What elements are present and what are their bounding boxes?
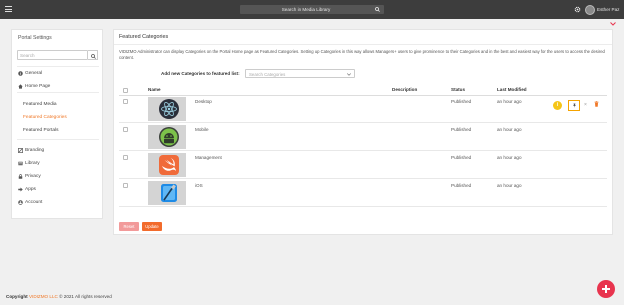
sidebar-item-label: Privacy [25,174,41,179]
column-header-status[interactable]: Status [451,87,465,92]
trash-icon[interactable] [594,101,599,107]
top-bar: Search in Media Library Esther Paz [0,0,624,19]
update-button[interactable]: Update [142,222,162,231]
sidebar-item-label: Account [25,200,43,205]
column-header-name[interactable]: Name [148,87,161,92]
page-description: VIDIZMO Administrator can display Catego… [119,49,605,60]
footer-rights-text: © 2021 All rights reserved [59,294,112,299]
sidebar-search-input[interactable] [17,50,88,60]
column-header-last-modified[interactable]: Last Modified [497,87,527,92]
category-search-select[interactable]: Search Categories [245,69,355,78]
row-checkbox[interactable] [123,183,128,188]
sidebar-item-label: Branding [25,148,45,153]
sidebar-item-label: Apps [25,187,36,192]
category-thumbnail[interactable] [148,153,186,177]
footer: Copyright VIDIZMO LLC © 2021 All rights … [6,294,112,299]
divider [114,44,612,45]
category-status: Published [451,155,472,160]
row-checkbox[interactable] [123,127,128,132]
branding-icon [18,148,23,153]
reset-button[interactable]: Reset [119,222,139,231]
divider [17,92,99,93]
chevron-down-icon [347,73,351,76]
sidebar-item-label: Home Page [25,84,51,89]
category-last-modified: an hour ago [497,155,522,160]
library-icon [18,161,23,166]
swift-icon [159,155,179,175]
info-button[interactable]: i [553,101,562,110]
user-avatar[interactable] [585,4,595,15]
user-name[interactable]: Esther Paz [597,7,619,12]
category-status: Published [451,127,472,132]
add-fab-button[interactable] [597,280,615,298]
sidebar-subitem-featured-categories[interactable]: Featured Categories [23,115,67,120]
search-icon [90,53,96,59]
sidebar-item-label: Library [25,161,40,166]
pin-button[interactable] [568,100,580,111]
category-thumbnail[interactable] [148,97,186,121]
category-name[interactable]: iOS [195,183,203,188]
media-library-search[interactable]: Search in Media Library [240,5,384,14]
lock-icon [18,174,23,179]
category-name[interactable]: Desktop [195,99,212,104]
info-icon [18,71,23,76]
category-thumbnail[interactable] [148,125,186,149]
category-last-modified: an hour ago [497,183,522,188]
featured-categories-panel: Featured Categories VIDIZMO Administrato… [113,29,613,235]
sidebar-item-label: General [25,71,43,76]
page-title: Featured Categories [119,34,169,40]
gear-icon[interactable] [574,6,581,13]
category-last-modified: an hour ago [497,127,522,132]
sidebar-search-button[interactable] [88,50,98,60]
category-search-placeholder: Search Categories [249,71,286,77]
category-status: Published [451,183,472,188]
home-icon [18,84,23,89]
row-checkbox[interactable] [123,155,128,160]
footer-copyright-label: Copyright [6,294,28,299]
row-checkbox[interactable] [123,99,128,104]
xcode-icon [161,184,177,202]
footer-brand-link[interactable]: VIDIZMO LLC [29,294,58,299]
table-row[interactable]: Mobile Published an hour ago [119,124,607,151]
media-library-search-text: Search in Media Library [281,6,331,12]
hamburger-icon[interactable] [5,6,12,12]
add-categories-label: Add new Categories to featured list: [161,71,240,76]
category-name[interactable]: Mobile [195,127,209,132]
table-row[interactable]: Management Published an hour ago [119,152,607,179]
chevron-down-icon[interactable] [610,22,616,26]
category-name[interactable]: Management [195,155,222,160]
sidebar-subitem-featured-portals[interactable]: Featured Portals [23,128,58,133]
apps-icon [18,187,23,192]
account-icon [18,200,23,205]
table-row[interactable]: Desktop Published an hour ago i × [119,96,607,123]
portal-settings-sidebar: Portal Settings General Home Page Featur… [11,29,103,219]
select-all-checkbox[interactable] [123,88,128,93]
category-status: Published [451,99,472,104]
category-thumbnail[interactable] [148,181,186,205]
sidebar-title: Portal Settings [18,35,52,41]
remove-button[interactable]: × [584,102,587,108]
column-header-description[interactable]: Description [392,87,417,92]
table-row[interactable]: iOS Published an hour ago [119,180,607,207]
divider [17,139,99,140]
category-last-modified: an hour ago [497,99,522,104]
divider [17,66,99,67]
electron-icon [159,99,179,119]
search-icon[interactable] [375,6,380,12]
android-icon [159,127,179,147]
pin-icon [572,103,576,108]
sidebar-subitem-featured-media[interactable]: Featured Media [23,102,57,107]
